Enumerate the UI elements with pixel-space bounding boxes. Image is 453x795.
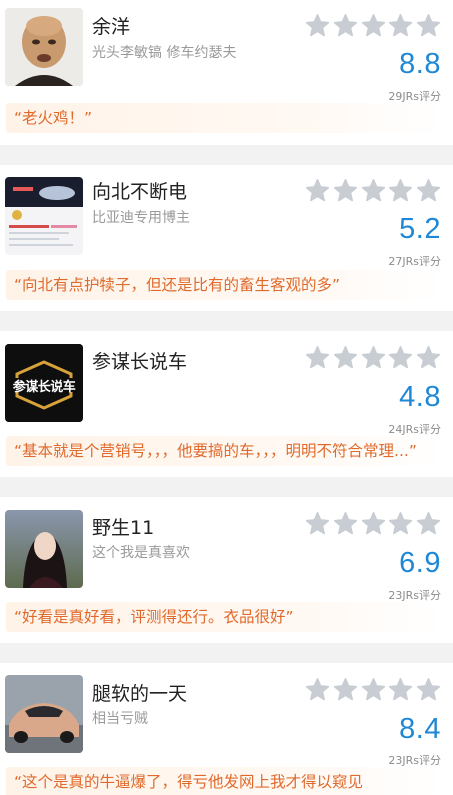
star-icon[interactable] — [333, 677, 358, 703]
top-comment[interactable]: “老火鸡！” — [6, 103, 443, 133]
star-rating[interactable] — [305, 178, 441, 204]
star-rating[interactable] — [305, 677, 441, 703]
top-comment[interactable]: “好看是真好看，评测得还行。衣品很好” — [6, 602, 443, 632]
star-icon[interactable] — [361, 511, 386, 537]
video-thumbnail-avatar[interactable] — [5, 177, 83, 255]
reviewer-card[interactable]: 腿软的一天 相当亏贼 8.4 23JRs评分 “这个是真的牛逼爆了，得亏他发网上… — [0, 663, 453, 795]
rating-count: 23JRs评分 — [388, 589, 441, 602]
star-icon[interactable] — [305, 178, 330, 204]
reviewer-name: 野生11 — [92, 517, 155, 539]
logo-text: 参谋长说车 — [12, 380, 76, 395]
reviewer-subtitle: 光头李敏镐 修车约瑟夫 — [92, 45, 237, 61]
reviewer-name: 向北不断电 — [92, 181, 188, 203]
star-icon[interactable] — [416, 13, 441, 39]
reviewer-card[interactable]: 野生11 这个我是真喜欢 6.9 23JRs评分 “好看是真好看，评测得还行。衣… — [0, 497, 453, 643]
star-icon[interactable] — [361, 345, 386, 371]
top-comment[interactable]: “这个是真的牛逼爆了，得亏他发网上我才得以窥见 — [6, 767, 443, 795]
reviewer-name: 腿软的一天 — [92, 683, 188, 705]
score: 5.2 — [399, 213, 441, 245]
star-icon[interactable] — [416, 178, 441, 204]
logo-avatar[interactable]: 参谋长说车 — [5, 344, 83, 422]
star-rating[interactable] — [305, 511, 441, 537]
divider — [0, 145, 453, 165]
woman-photo-avatar[interactable] — [5, 510, 83, 588]
reviewer-card[interactable]: 参谋长说车 参谋长说车 4.8 24JRs评分 “基本就是个营销号，，，他要搞的… — [0, 331, 453, 477]
divider — [0, 311, 453, 331]
reviewer-subtitle: 比亚迪专用博主 — [92, 210, 190, 226]
sports-car-avatar[interactable] — [5, 675, 83, 753]
star-icon[interactable] — [333, 511, 358, 537]
reviewer-card[interactable]: 余洋 光头李敏镐 修车约瑟夫 8.8 29JRs评分 “老火鸡！” — [0, 0, 453, 145]
score: 4.8 — [399, 381, 441, 413]
star-icon[interactable] — [305, 345, 330, 371]
star-icon[interactable] — [333, 345, 358, 371]
star-icon[interactable] — [333, 13, 358, 39]
reviewer-card[interactable]: 向北不断电 比亚迪专用博主 5.2 27JRs评分 “向北有点护犊子，但还是比有… — [0, 165, 453, 311]
star-icon[interactable] — [305, 13, 330, 39]
star-icon[interactable] — [416, 345, 441, 371]
bald-man-avatar[interactable] — [5, 8, 83, 86]
star-rating[interactable] — [305, 345, 441, 371]
star-icon[interactable] — [388, 511, 413, 537]
star-icon[interactable] — [361, 178, 386, 204]
star-icon[interactable] — [388, 345, 413, 371]
rating-count: 29JRs评分 — [388, 90, 441, 103]
reviewer-subtitle: 这个我是真喜欢 — [92, 545, 190, 561]
star-icon[interactable] — [333, 178, 358, 204]
score: 8.8 — [399, 48, 441, 80]
score: 6.9 — [399, 547, 441, 579]
star-icon[interactable] — [305, 677, 330, 703]
star-icon[interactable] — [361, 13, 386, 39]
score: 8.4 — [399, 713, 441, 745]
star-icon[interactable] — [305, 511, 330, 537]
top-comment[interactable]: “基本就是个营销号，，，他要搞的车，，，明明不符合常理...” — [6, 436, 443, 466]
star-icon[interactable] — [361, 677, 386, 703]
star-icon[interactable] — [388, 178, 413, 204]
star-icon[interactable] — [388, 13, 413, 39]
divider — [0, 643, 453, 663]
star-icon[interactable] — [388, 677, 413, 703]
rating-count: 23JRs评分 — [388, 754, 441, 767]
rating-count: 24JRs评分 — [388, 423, 441, 436]
reviewer-subtitle: 相当亏贼 — [92, 711, 148, 727]
divider — [0, 477, 453, 497]
reviewer-name: 参谋长说车 — [92, 351, 188, 373]
star-icon[interactable] — [416, 511, 441, 537]
rating-count: 27JRs评分 — [388, 255, 441, 268]
star-icon[interactable] — [416, 677, 441, 703]
star-rating[interactable] — [305, 13, 441, 39]
top-comment[interactable]: “向北有点护犊子，但还是比有的畜生客观的多” — [6, 270, 443, 300]
reviewer-name: 余洋 — [92, 16, 131, 38]
